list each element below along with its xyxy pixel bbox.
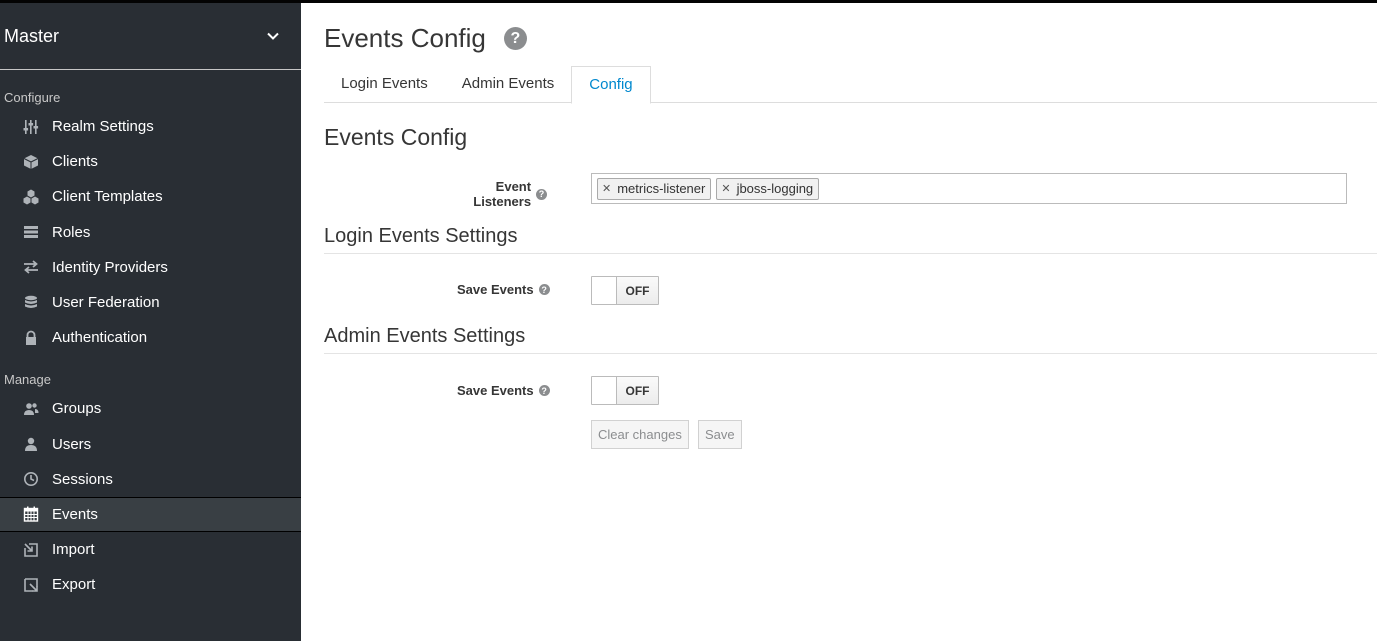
help-icon[interactable]: ? — [538, 284, 550, 295]
tab-admin-events[interactable]: Admin Events — [445, 66, 572, 103]
admin-events-settings-heading: Admin Events Settings — [324, 325, 1377, 354]
sidebar-item-realm-settings[interactable]: Realm Settings — [0, 109, 301, 144]
exchange-icon — [20, 258, 42, 276]
toggle-state: OFF — [617, 277, 658, 304]
help-icon[interactable]: ? — [503, 27, 527, 50]
sidebar-item-export[interactable]: Export — [0, 567, 301, 602]
section-title: Events Config — [324, 124, 468, 150]
save-button[interactable]: Save — [698, 420, 742, 449]
sidebar-item-authentication[interactable]: Authentication — [0, 320, 301, 355]
tab-bar: Login Events Admin Events Config — [324, 66, 1377, 104]
sidebar-item-label: Roles — [52, 223, 91, 241]
page-title: Events Config ? — [324, 23, 527, 54]
sidebar-item-label: Users — [52, 435, 92, 453]
user-icon — [20, 435, 42, 453]
sidebar-item-import[interactable]: Import — [0, 532, 301, 567]
sidebar-item-label: Realm Settings — [52, 118, 154, 136]
cube-icon — [20, 153, 42, 171]
sidebar-item-label: Events — [52, 505, 98, 523]
login-events-settings-heading: Login Events Settings — [324, 225, 1377, 254]
login-save-events-toggle[interactable]: OFF — [591, 276, 659, 305]
configure-heading: Configure — [4, 90, 61, 105]
event-listeners-label-text: Event Listeners — [473, 179, 532, 209]
export-icon — [20, 576, 42, 594]
lock-icon — [20, 329, 42, 347]
listener-chip-label: jboss-logging — [736, 181, 814, 196]
toggle-knob — [592, 377, 617, 404]
manage-heading: Manage — [4, 372, 51, 388]
admin-save-events-toggle[interactable]: OFF — [591, 376, 659, 405]
toggle-state: OFF — [617, 377, 658, 404]
database-icon — [20, 294, 42, 312]
sliders-icon — [20, 118, 42, 136]
clear-changes-button[interactable]: Clear changes — [591, 420, 689, 449]
sidebar-item-clients[interactable]: Clients — [0, 144, 301, 179]
tab-config[interactable]: Config — [571, 66, 651, 104]
sidebar-item-groups[interactable]: Groups — [0, 391, 301, 426]
listener-chip: ✕ jboss-logging — [716, 177, 820, 200]
realm-name: Master — [4, 25, 60, 46]
sidebar-item-label: Authentication — [52, 329, 148, 347]
realm-selector[interactable]: Master — [0, 3, 301, 70]
event-listeners-label: Event Listeners ? — [435, 179, 547, 209]
clock-icon — [20, 470, 42, 488]
remove-icon[interactable]: ✕ — [602, 182, 611, 195]
toggle-knob — [592, 277, 617, 304]
remove-icon[interactable]: ✕ — [721, 182, 730, 195]
main-content: Events Config ? Login Events Admin Event… — [301, 3, 1377, 641]
event-listeners-field[interactable]: ✕ metrics-listener ✕ jboss-logging — [591, 173, 1347, 204]
list-icon — [20, 223, 42, 241]
sidebar-item-identity-providers[interactable]: Identity Providers — [0, 250, 301, 285]
users-icon — [20, 400, 42, 418]
login-save-events-label: Save Events ? — [457, 282, 550, 297]
tab-login-events[interactable]: Login Events — [324, 66, 445, 103]
help-icon[interactable]: ? — [536, 188, 547, 200]
sidebar-item-client-templates[interactable]: Client Templates — [0, 179, 301, 214]
import-icon — [20, 541, 42, 559]
help-icon[interactable]: ? — [538, 385, 550, 396]
sidebar-item-events[interactable]: Events — [0, 496, 301, 533]
save-events-label-text: Save Events — [457, 282, 534, 297]
sidebar-item-label: Groups — [52, 400, 102, 418]
chevron-down-icon — [267, 32, 279, 40]
sidebar-item-label: Clients — [52, 153, 98, 171]
page-title-text: Events Config — [324, 23, 486, 53]
save-events-label-text: Save Events — [457, 383, 534, 398]
sidebar-item-label: Export — [52, 576, 96, 594]
listener-chip: ✕ metrics-listener — [597, 177, 712, 200]
sidebar: Master Configure Realm Settings Clients … — [0, 3, 301, 641]
sidebar-item-label: Identity Providers — [52, 258, 168, 276]
sidebar-item-label: Client Templates — [52, 188, 163, 206]
cubes-icon — [20, 188, 42, 206]
sidebar-item-user-federation[interactable]: User Federation — [0, 285, 301, 320]
sidebar-item-sessions[interactable]: Sessions — [0, 462, 301, 497]
admin-save-events-label: Save Events ? — [457, 383, 550, 398]
sidebar-item-label: User Federation — [52, 294, 160, 312]
sidebar-item-label: Import — [52, 541, 95, 559]
sidebar-item-roles[interactable]: Roles — [0, 215, 301, 250]
listener-chip-label: metrics-listener — [617, 181, 706, 196]
calendar-icon — [20, 505, 42, 523]
sidebar-item-label: Sessions — [52, 470, 113, 488]
sidebar-item-users[interactable]: Users — [0, 427, 301, 462]
